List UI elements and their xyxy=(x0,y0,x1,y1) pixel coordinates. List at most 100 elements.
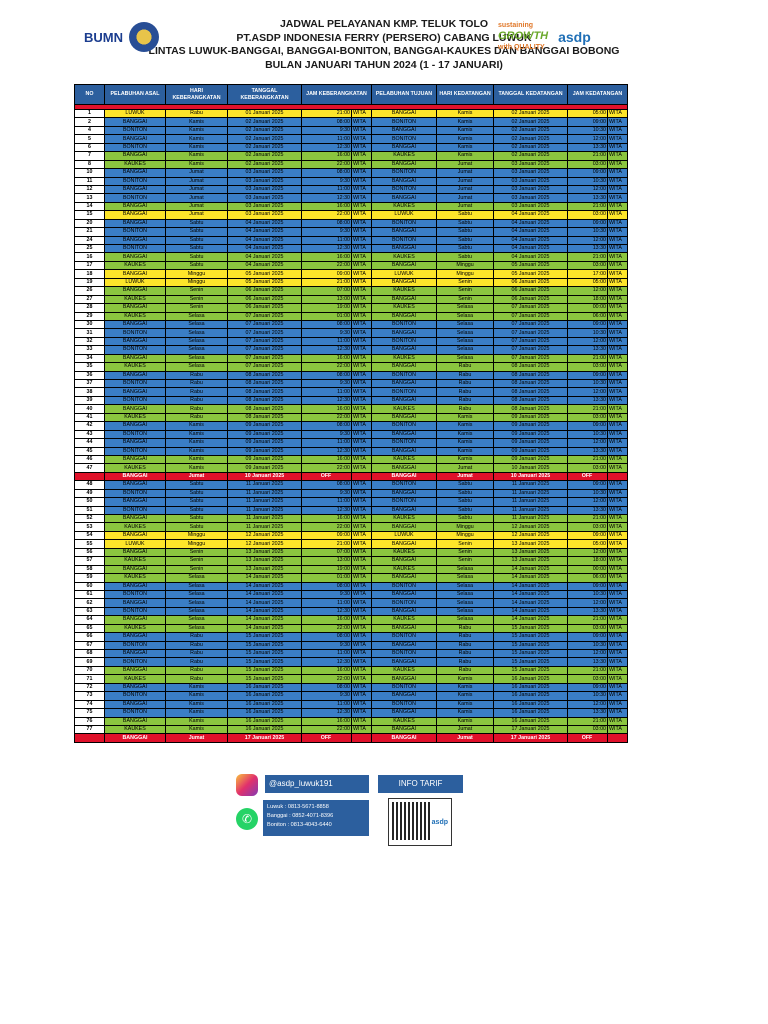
cell-arrive-time: OFF xyxy=(567,471,608,482)
cell-depart-day: Sabtu xyxy=(165,235,228,246)
cell-arrive-day: Rabu xyxy=(436,387,494,397)
cell-row-no: 63 xyxy=(74,606,105,617)
cell-depart-time: 12:30 xyxy=(301,606,352,617)
cell-destination: BANGGAI xyxy=(371,159,437,170)
cell-depart-time: 22:00 xyxy=(301,159,352,170)
cell-destination: BANGGAI xyxy=(371,556,437,566)
cell-arrive-time: 03:00 xyxy=(567,260,608,271)
cell-arrive-day: Kamis xyxy=(436,454,494,465)
cell-depart-date: 17 Januari 2025 xyxy=(227,733,302,743)
cell-destination: BONITON xyxy=(371,497,437,507)
ministry-emblem-icon xyxy=(129,22,159,52)
cell-arrive-date: 08 Januari 2025 xyxy=(493,362,568,372)
cell-destination: BANGGAI xyxy=(371,606,437,617)
cell-origin: BANGGAI xyxy=(104,471,166,482)
cell-row-no xyxy=(74,733,105,743)
cell-arrive-zone: WITA xyxy=(607,286,628,296)
cell-origin: BANGGAI xyxy=(104,665,166,676)
cell-depart-time: 9:30 xyxy=(301,488,352,499)
cell-depart-day: Sabtu xyxy=(165,252,228,262)
cell-arrive-zone: WITA xyxy=(607,640,628,651)
table-row: 8 KAUKES Kamis 02 Januari 2025 22:00 WITA BANG… xyxy=(74,159,628,170)
cell-arrive-zone: WITA xyxy=(607,556,628,566)
qr-code[interactable]: asdp xyxy=(388,798,452,846)
cell-depart-day: Selasa xyxy=(165,598,228,608)
cell-arrive-zone: WITA xyxy=(607,412,628,423)
table-row: 18 BANGGAI Minggu 05 Januari 2025 09:00 WITA L… xyxy=(74,269,628,279)
cell-row-no: 16 xyxy=(74,252,105,262)
table-row: 17 KAUKES Sabtu 04 Januari 2025 22:00 WITA BAN… xyxy=(74,260,628,271)
cell-destination: BANGGAI xyxy=(371,522,437,532)
cell-depart-zone: WITA xyxy=(351,716,372,726)
cell-depart-day: Jumat xyxy=(165,471,228,482)
cell-arrive-date: 02 Januari 2025 xyxy=(493,134,568,144)
table-row: BANGGAI Jumat 17 Januari 2025 OFF BANGGAI Jum… xyxy=(74,733,628,743)
cell-depart-time: 9:30 xyxy=(301,691,352,701)
cell-depart-time: 11:00 xyxy=(301,648,352,659)
cell-arrive-day: Jumat xyxy=(436,724,494,735)
cell-depart-zone: WITA xyxy=(351,362,372,372)
cell-arrive-day: Kamis xyxy=(436,699,494,710)
cell-depart-zone: WITA xyxy=(351,556,372,566)
cell-depart-date: 15 Januari 2025 xyxy=(227,632,302,642)
cell-row-no: 24 xyxy=(74,235,105,246)
cell-depart-zone: WITA xyxy=(351,699,372,710)
cell-arrive-day: Selasa xyxy=(436,345,494,355)
cell-depart-date: 05 Januari 2025 xyxy=(227,269,302,279)
cell-depart-zone: WITA xyxy=(351,488,372,499)
instagram-handle[interactable]: @asdp_luwuk191 xyxy=(265,775,369,793)
table-row: 44 BANGGAI Kamis 09 Januari 2025 11:00 WITA BO… xyxy=(74,438,628,448)
table-row: 42 BANGGAI Kamis 09 Januari 2025 08:00 WITA BO… xyxy=(74,421,628,431)
cell-arrive-zone: WITA xyxy=(607,151,628,161)
cell-origin: BONITON xyxy=(104,488,166,499)
cell-destination: BANGGAI xyxy=(371,589,437,600)
cell-arrive-day: Rabu xyxy=(436,623,494,634)
cell-origin: BANGGAI xyxy=(104,438,166,448)
cell-depart-time: 16:00 xyxy=(301,252,352,262)
cell-depart-zone: WITA xyxy=(351,370,372,381)
table-row: 46 BANGGAI Kamis 09 Januari 2025 16:00 WITA KA… xyxy=(74,454,628,465)
cell-arrive-date: 08 Januari 2025 xyxy=(493,370,568,381)
cell-depart-day: Rabu xyxy=(165,370,228,381)
cell-arrive-time: 09:00 xyxy=(567,117,608,127)
cell-depart-date: 06 Januari 2025 xyxy=(227,303,302,313)
cell-depart-time: 22:00 xyxy=(301,210,352,220)
cell-depart-time: 22:00 xyxy=(301,412,352,423)
cell-arrive-date: 05 Januari 2025 xyxy=(493,269,568,279)
cell-depart-date: 07 Januari 2025 xyxy=(227,311,302,321)
cell-arrive-zone: WITA xyxy=(607,513,628,524)
cell-arrive-day: Rabu xyxy=(436,378,494,389)
cell-arrive-date: 11 Januari 2025 xyxy=(493,488,568,499)
table-row: 41 KAUKES Rabu 08 Januari 2025 22:00 WITA BANG… xyxy=(74,412,628,423)
cell-depart-date: 07 Januari 2025 xyxy=(227,362,302,372)
cell-arrive-day: Jumat xyxy=(436,463,494,473)
info-tarif-button[interactable]: INFO TARIF xyxy=(378,775,463,793)
cell-arrive-zone: WITA xyxy=(607,277,628,288)
cell-row-no: 77 xyxy=(74,724,105,735)
cell-arrive-zone: WITA xyxy=(607,657,628,667)
cell-row-no xyxy=(74,471,105,482)
cell-destination: BANGGAI xyxy=(371,142,437,153)
cell-depart-date: 15 Januari 2025 xyxy=(227,640,302,651)
table-row: 20 BANGGAI Sabtu 04 Januari 2025 08:00 WITA BO… xyxy=(74,218,628,229)
table-row: 62 BANGGAI Selasa 14 Januari 2025 11:00 WITA B… xyxy=(74,598,628,608)
cell-arrive-time: 12:00 xyxy=(567,547,608,558)
cell-depart-time: 12:30 xyxy=(301,657,352,667)
cell-arrive-time: 21:00 xyxy=(567,201,608,212)
cell-origin: BANGGAI xyxy=(104,235,166,246)
cell-origin: KAUKES xyxy=(104,294,166,305)
cell-row-no: 13 xyxy=(74,193,105,203)
cell-depart-day: Jumat xyxy=(165,201,228,212)
cell-depart-zone: WITA xyxy=(351,117,372,127)
cell-depart-time: 11:00 xyxy=(301,438,352,448)
cell-depart-day: Sabtu xyxy=(165,260,228,271)
cell-depart-day: Rabu xyxy=(165,412,228,423)
cell-depart-zone: WITA xyxy=(351,454,372,465)
cell-arrive-date: 08 Januari 2025 xyxy=(493,395,568,406)
table-row: 12 BANGGAI Jumat 03 Januari 2025 11:00 WITA BO… xyxy=(74,184,628,195)
cell-row-no: 71 xyxy=(74,674,105,684)
cell-arrive-time: 06:00 xyxy=(567,311,608,321)
cell-arrive-zone: WITA xyxy=(607,682,628,693)
cell-arrive-zone: WITA xyxy=(607,615,628,625)
cell-arrive-time: 00:00 xyxy=(567,564,608,575)
